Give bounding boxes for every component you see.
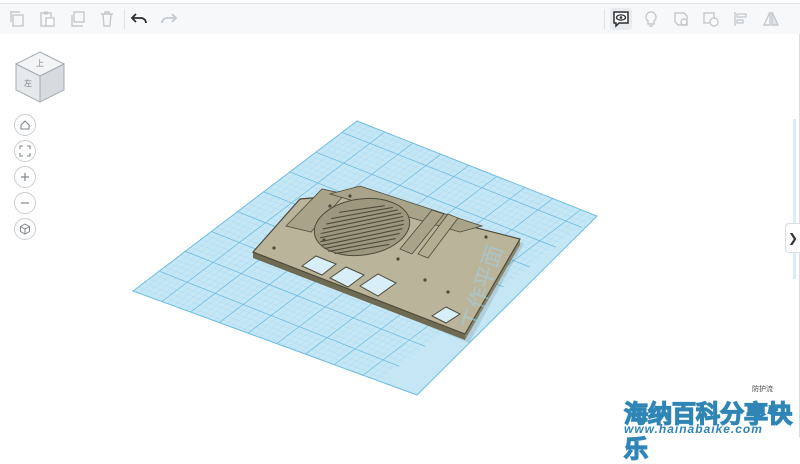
view-cube-front-label: 左 (24, 79, 32, 88)
workplane-scene[interactable] (0, 34, 800, 437)
ungroup-icon[interactable] (700, 8, 722, 30)
delete-icon[interactable] (96, 8, 118, 30)
toolbar-divider (604, 9, 605, 29)
align-icon[interactable] (730, 8, 752, 30)
watermark-url: www.hainabaike.com (624, 422, 763, 436)
fit-view-icon[interactable] (14, 140, 36, 162)
undo-icon[interactable] (128, 8, 150, 30)
mirror-icon[interactable] (760, 8, 782, 30)
view-mode-icon[interactable] (14, 218, 36, 240)
grid-label: 防护流 (752, 386, 773, 393)
group-icon[interactable] (670, 8, 692, 30)
view-cube-top-label: 上 (36, 59, 44, 68)
copy-icon[interactable] (6, 8, 28, 30)
toolbar-divider (124, 9, 125, 29)
zoom-out-icon[interactable] (14, 192, 36, 214)
home-icon[interactable] (14, 114, 36, 136)
light-bulb-icon[interactable] (640, 8, 662, 30)
paste-icon[interactable] (36, 8, 58, 30)
duplicate-icon[interactable] (66, 8, 88, 30)
view-cube[interactable]: 上 左 (12, 48, 68, 106)
zoom-in-icon[interactable] (14, 166, 36, 188)
side-panel-toggle[interactable]: ❯ (785, 223, 800, 253)
side-glow (793, 119, 796, 279)
redo-icon[interactable] (158, 8, 180, 30)
top-toolbar (0, 3, 800, 35)
eye-comment-icon[interactable] (610, 8, 632, 30)
3d-viewport[interactable]: 上 左 ❯ 工作平面 防护流 海纳百科分享快乐 www.hainabaike.c… (0, 34, 800, 464)
